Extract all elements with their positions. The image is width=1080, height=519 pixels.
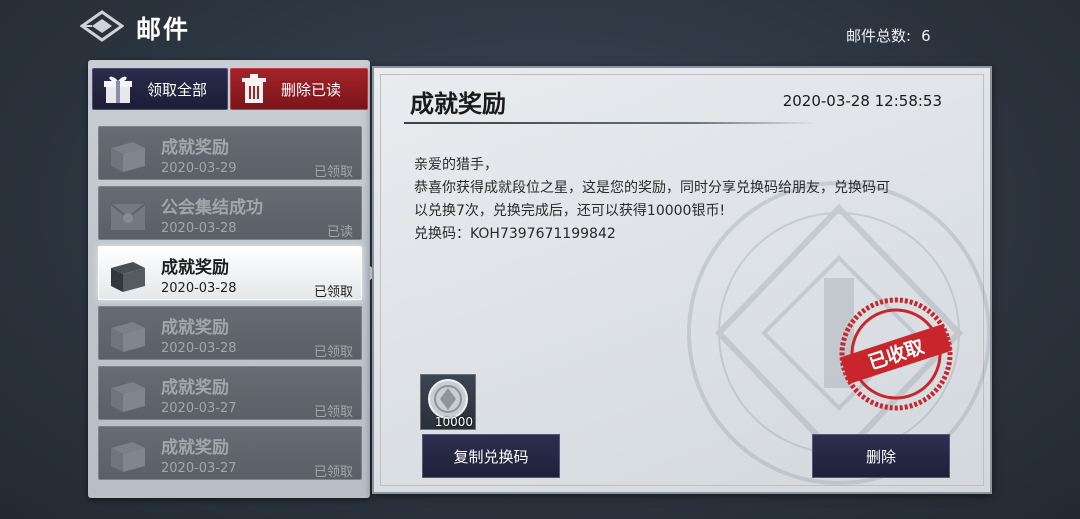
mail-title: 成就奖励 bbox=[161, 378, 229, 398]
detail-title: 成就奖励 bbox=[410, 90, 506, 118]
mail-status: 已领取 bbox=[313, 285, 353, 300]
mail-title: 公会集结成功 bbox=[161, 198, 263, 218]
mail-list: 成就奖励 2020-03-29 已领取 公会集结成功 2020-03-28 已读… bbox=[98, 126, 362, 486]
list-item[interactable]: 成就奖励 2020-03-27 已领取 bbox=[98, 426, 362, 480]
mail-date: 2020-03-27 bbox=[161, 461, 237, 476]
mail-status: 已领取 bbox=[313, 405, 353, 420]
mail-title: 成就奖励 bbox=[161, 318, 229, 338]
box-icon bbox=[111, 322, 145, 352]
copy-code-button[interactable]: 复制兑换码 bbox=[422, 434, 560, 478]
mail-status: 已读 bbox=[326, 225, 353, 240]
box-icon bbox=[111, 262, 145, 292]
page-title: 邮件 bbox=[136, 15, 191, 44]
body-line: 以兑换7次，兑换完成后，还可以获得10000银币! bbox=[414, 203, 726, 219]
list-item[interactable]: 成就奖励 2020-03-27 已领取 bbox=[98, 366, 362, 420]
list-item-selected[interactable]: 成就奖励 2020-03-28 已领取 bbox=[98, 246, 362, 300]
mail-body: 亲爱的猎手， 恭喜你获得成就段位之星，这是您的奖励，同时分享兑换码给朋友，兑换码… bbox=[414, 154, 954, 246]
trash-icon bbox=[242, 74, 266, 103]
claim-all-button[interactable]: 领取全部 bbox=[92, 68, 228, 110]
mail-date: 2020-03-29 bbox=[161, 161, 237, 176]
envelope-icon bbox=[110, 203, 146, 230]
claim-all-label: 领取全部 bbox=[147, 80, 208, 99]
mail-title: 成就奖励 bbox=[161, 258, 229, 278]
mail-status: 已领取 bbox=[313, 465, 353, 480]
mail-date: 2020-03-28 bbox=[161, 281, 237, 296]
mail-status: 已领取 bbox=[313, 165, 353, 180]
mail-title: 成就奖励 bbox=[161, 138, 229, 158]
mail-status: 已领取 bbox=[313, 345, 353, 360]
mail-date: 2020-03-28 bbox=[161, 221, 237, 236]
gift-icon bbox=[104, 76, 132, 103]
body-line: 恭喜你获得成就段位之星，这是您的奖励，同时分享兑换码给朋友，兑换码可 bbox=[414, 180, 890, 196]
mail-count: 邮件总数: 6 bbox=[846, 25, 931, 46]
attachment-quantity: 10000 bbox=[434, 415, 473, 429]
delete-read-button[interactable]: 删除已读 bbox=[230, 68, 368, 110]
mail-detail-panel: 成就奖励 2020-03-28 12:58:53 亲爱的猎手， 恭喜你获得成就段… bbox=[372, 66, 992, 494]
title-divider bbox=[404, 122, 816, 124]
box-icon bbox=[111, 142, 145, 172]
delete-button[interactable]: 删除 bbox=[812, 434, 950, 478]
list-item[interactable]: 公会集结成功 2020-03-28 已读 bbox=[98, 186, 362, 240]
mail-logo-icon bbox=[80, 10, 124, 42]
box-icon bbox=[111, 382, 145, 412]
mail-date: 2020-03-27 bbox=[161, 401, 237, 416]
delete-read-label: 删除已读 bbox=[281, 80, 342, 99]
mail-list-panel: 领取全部 删除已读 成就奖励 2020-03-29 已领取 公会集结成功 202… bbox=[88, 60, 370, 498]
attachment-item[interactable]: 10000 bbox=[420, 374, 476, 430]
detail-datetime: 2020-03-28 12:58:53 bbox=[782, 92, 942, 110]
claimed-stamp: 已收取 bbox=[839, 297, 953, 411]
mail-title: 成就奖励 bbox=[161, 438, 229, 458]
list-item[interactable]: 成就奖励 2020-03-28 已领取 bbox=[98, 306, 362, 360]
mail-count-label: 邮件总数: bbox=[846, 27, 912, 45]
mail-date: 2020-03-28 bbox=[161, 341, 237, 356]
mail-count-value: 6 bbox=[921, 27, 931, 45]
body-line: 亲爱的猎手， bbox=[414, 157, 498, 173]
list-item[interactable]: 成就奖励 2020-03-29 已领取 bbox=[98, 126, 362, 180]
redeem-code: 兑换码：KOH7397671199842 bbox=[414, 226, 616, 242]
box-icon bbox=[111, 442, 145, 472]
